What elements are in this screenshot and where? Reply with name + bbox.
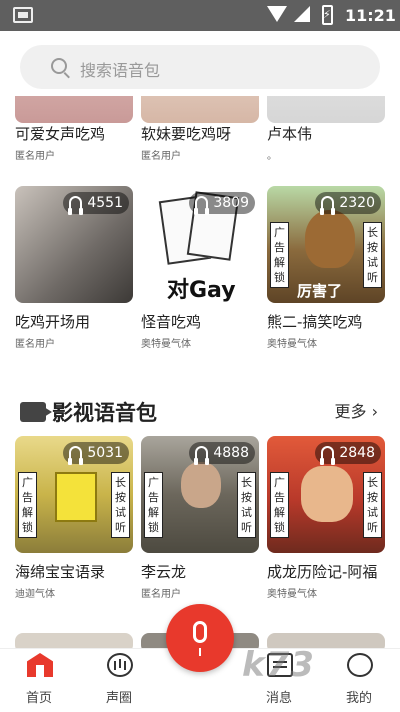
character-illustration bbox=[301, 466, 353, 522]
wifi-icon bbox=[267, 6, 287, 22]
ad-unlock-tag[interactable]: 广告解锁 bbox=[270, 222, 289, 288]
voice-author: 奥特曼气体 bbox=[141, 339, 191, 350]
headphones-icon bbox=[194, 196, 210, 215]
voice-title: 熊二-搞笑吃鸡 bbox=[267, 313, 363, 331]
voice-cover-image: 2848 广告解锁 长按试听 bbox=[267, 436, 385, 553]
play-count-badge: 2320 bbox=[315, 192, 381, 215]
screenshot-icon bbox=[13, 7, 33, 23]
voice-author: 奥特曼气体 bbox=[267, 339, 317, 350]
status-time: 11:21 bbox=[345, 6, 396, 25]
voice-title: 海绵宝宝语录 bbox=[15, 563, 106, 581]
play-count-badge: 4888 bbox=[189, 442, 255, 465]
camera-icon bbox=[20, 402, 52, 422]
hold-preview-tag[interactable]: 长按试听 bbox=[363, 222, 382, 288]
voice-title: 怪音吃鸡 bbox=[141, 313, 202, 331]
signal-icon bbox=[294, 6, 310, 22]
play-count-badge: 3809 bbox=[189, 192, 255, 215]
main-feed[interactable]: 可爱女声吃鸡 匿名用户 软妹要吃鸡呀 匿名用户 卢本伟 。 4551 吃鸡开场用… bbox=[0, 96, 400, 648]
hold-preview-tag[interactable]: 长按试听 bbox=[111, 472, 130, 538]
more-link[interactable]: 更多 › bbox=[335, 398, 379, 422]
play-count-badge: 4551 bbox=[63, 192, 129, 215]
voice-author: 奥特曼气体 bbox=[267, 589, 317, 600]
headphones-icon bbox=[194, 446, 210, 465]
search-icon bbox=[51, 58, 67, 74]
play-count-badge: 2848 bbox=[315, 442, 381, 465]
voice-title: 吃鸡开场用 bbox=[15, 313, 91, 331]
headphones-icon bbox=[320, 446, 336, 465]
voice-author: 迪迦气体 bbox=[15, 589, 55, 600]
voice-author: 匿名用户 bbox=[15, 151, 55, 162]
home-icon bbox=[27, 653, 53, 677]
watermark: k73 bbox=[242, 645, 315, 685]
voice-cover-image bbox=[141, 96, 259, 123]
voice-cover-image bbox=[267, 96, 385, 123]
play-count-badge: 5031 bbox=[63, 442, 129, 465]
record-button[interactable] bbox=[166, 604, 234, 672]
voice-title: 卢本伟 bbox=[267, 125, 313, 143]
voice-cover-image: 4888 广告解锁 长按试听 bbox=[141, 436, 259, 553]
voice-cover-image: 5031 广告解锁 长按试听 bbox=[15, 436, 133, 553]
voice-title: 软妹要吃鸡呀 bbox=[141, 125, 232, 143]
search-input[interactable]: 搜索语音包 bbox=[20, 45, 380, 89]
cover-caption: 对Gay bbox=[167, 278, 236, 303]
nav-home[interactable]: 首页 bbox=[9, 649, 69, 712]
voice-title: 李云龙 bbox=[141, 563, 187, 581]
ad-unlock-tag[interactable]: 广告解锁 bbox=[270, 472, 289, 538]
hold-preview-tag[interactable]: 长按试听 bbox=[237, 472, 256, 538]
nav-me[interactable]: 我的 bbox=[329, 649, 389, 712]
spongebob-illustration bbox=[55, 472, 97, 522]
portrait-illustration bbox=[181, 462, 221, 508]
status-bar: 11:21 bbox=[0, 0, 400, 31]
voice-author: 匿名用户 bbox=[141, 151, 181, 162]
nav-circle[interactable]: 声圈 bbox=[89, 649, 149, 712]
voice-author: 。 bbox=[267, 151, 277, 162]
headphones-icon bbox=[320, 196, 336, 215]
voice-cover-image bbox=[15, 96, 133, 123]
ad-unlock-tag[interactable]: 广告解锁 bbox=[144, 472, 163, 538]
ad-unlock-tag[interactable]: 广告解锁 bbox=[18, 472, 37, 538]
headphones-icon bbox=[68, 196, 84, 215]
search-placeholder: 搜索语音包 bbox=[80, 61, 161, 80]
headphones-icon bbox=[68, 446, 84, 465]
voice-cover-image: 对Gay 3809 bbox=[141, 186, 259, 303]
voice-title: 成龙历险记-阿福 bbox=[267, 563, 378, 581]
voice-cover-image: 4551 bbox=[15, 186, 133, 303]
microphone-icon bbox=[193, 621, 207, 656]
cover-caption: 厉害了 bbox=[297, 282, 343, 300]
section-title: 影视语音包 bbox=[20, 397, 157, 427]
audio-circle-icon bbox=[107, 653, 133, 677]
profile-icon bbox=[347, 653, 373, 677]
voice-cover-image[interactable] bbox=[15, 633, 133, 648]
voice-author: 匿名用户 bbox=[141, 589, 181, 600]
voice-cover-image: 厉害了 2320 广告解锁 长按试听 bbox=[267, 186, 385, 303]
voice-author: 匿名用户 bbox=[15, 339, 55, 350]
bear-illustration bbox=[305, 210, 355, 268]
hold-preview-tag[interactable]: 长按试听 bbox=[363, 472, 382, 538]
battery-charging-icon bbox=[322, 5, 333, 25]
voice-title: 可爱女声吃鸡 bbox=[15, 125, 106, 143]
